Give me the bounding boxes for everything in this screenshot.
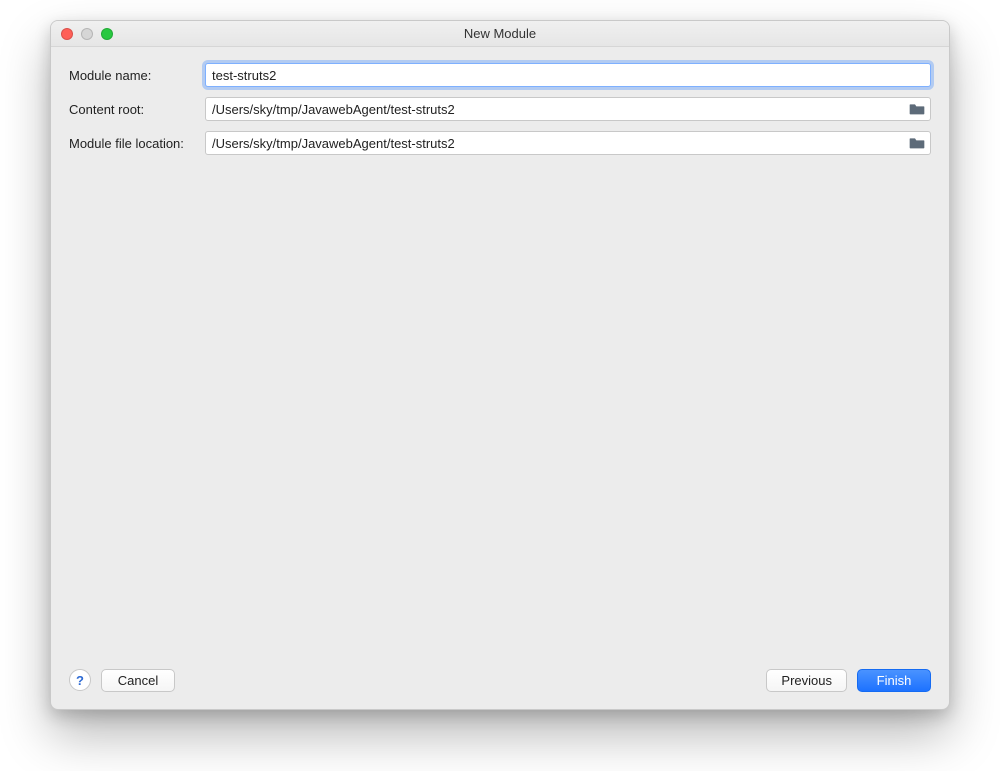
label-content-root: Content root: bbox=[69, 102, 197, 117]
folder-icon[interactable] bbox=[909, 136, 925, 150]
content-root-input[interactable] bbox=[205, 97, 931, 121]
cancel-button[interactable]: Cancel bbox=[101, 669, 175, 692]
label-module-file-location: Module file location: bbox=[69, 136, 197, 151]
help-button[interactable]: ? bbox=[69, 669, 91, 691]
window-controls bbox=[61, 28, 113, 40]
label-module-name: Module name: bbox=[69, 68, 197, 83]
row-module-file-location: Module file location: bbox=[69, 131, 931, 155]
close-icon[interactable] bbox=[61, 28, 73, 40]
row-module-name: Module name: bbox=[69, 63, 931, 87]
folder-icon[interactable] bbox=[909, 102, 925, 116]
zoom-icon[interactable] bbox=[101, 28, 113, 40]
module-file-location-input[interactable] bbox=[205, 131, 931, 155]
module-name-input[interactable] bbox=[205, 63, 931, 87]
footer: ? Cancel Previous Finish bbox=[51, 663, 949, 709]
previous-button[interactable]: Previous bbox=[766, 669, 847, 692]
titlebar: New Module bbox=[51, 21, 949, 47]
new-module-window: New Module Module name: Content root: Mo… bbox=[50, 20, 950, 710]
row-content-root: Content root: bbox=[69, 97, 931, 121]
minimize-icon bbox=[81, 28, 93, 40]
finish-button[interactable]: Finish bbox=[857, 669, 931, 692]
form-area: Module name: Content root: Module file l… bbox=[51, 47, 949, 663]
window-title: New Module bbox=[464, 26, 536, 41]
